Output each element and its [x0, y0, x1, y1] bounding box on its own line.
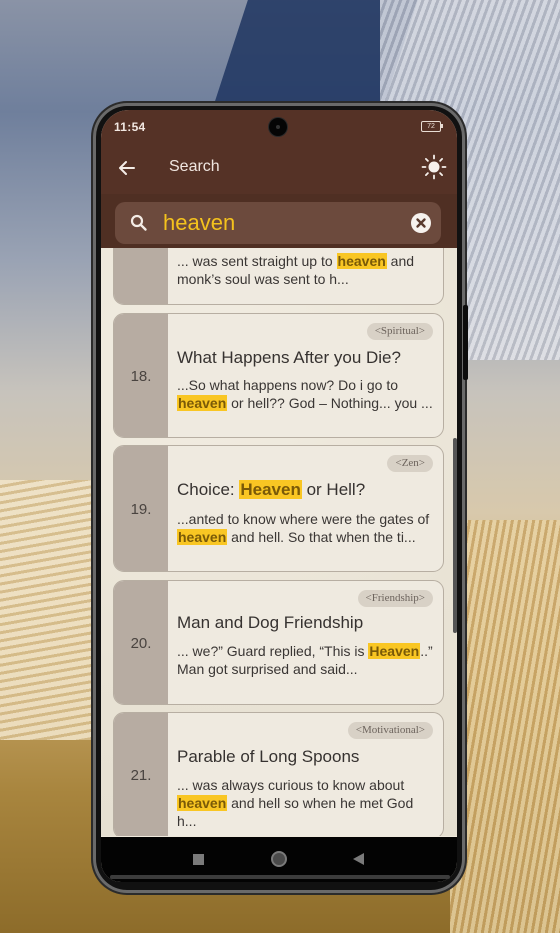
title-text: Parable of Long Spoons [177, 747, 360, 766]
match-highlight: heaven [336, 253, 387, 269]
category-tag: <Spiritual> [366, 323, 433, 340]
result-title: Choice: Heaven or Hell? [177, 480, 365, 500]
app-bar: Search [101, 146, 457, 194]
match-highlight: heaven [177, 529, 228, 545]
result-snippet: ...anted to know where were the gates of… [177, 510, 435, 546]
snippet-text: ... was always curious to know about [177, 777, 405, 793]
result-card[interactable]: 18. <Spiritual> What Happens After you D… [113, 313, 444, 438]
result-number: 20. [130, 635, 152, 652]
search-input[interactable] [163, 208, 393, 238]
title-text: What Happens After you Die? [177, 348, 401, 367]
title-text: Man and Dog Friendship [177, 613, 364, 632]
result-snippet: ... was sent straight up to heaven and m… [177, 252, 435, 288]
battery-icon: 72 [421, 121, 443, 132]
back-button[interactable] [113, 154, 141, 182]
close-icon [416, 218, 426, 228]
result-snippet: ... was always curious to know about hea… [177, 776, 435, 830]
status-bar: 11:54 72 [101, 110, 457, 146]
home-button[interactable] [269, 849, 289, 869]
snippet-text: ...anted to know where were the gates of [177, 511, 430, 527]
front-camera [269, 118, 287, 136]
snippet-text: ...So what happens now? Do i go to [177, 377, 399, 393]
result-number: 18. [130, 368, 152, 385]
search-bar [115, 202, 441, 244]
result-snippet: ...So what happens now? Do i go to heave… [177, 376, 435, 412]
snippet-text: ... we?” Guard replied, “This is [177, 643, 369, 659]
category-tag: <Motivational> [347, 722, 433, 739]
result-title: Parable of Long Spoons [177, 747, 359, 767]
sun-icon [421, 154, 447, 180]
match-highlight: Heaven [368, 643, 421, 659]
result-title: What Happens After you Die? [177, 348, 401, 368]
snippet-text: ... was sent straight up to [177, 253, 337, 269]
category-tag: <Friendship> [357, 590, 433, 607]
snippet-text: and hell. So that when the ti... [227, 529, 416, 545]
title-text: or Hell? [301, 480, 366, 499]
system-back-button[interactable] [349, 849, 369, 869]
search-icon [130, 214, 147, 231]
result-card[interactable]: 20. <Friendship> Man and Dog Friendship … [113, 580, 444, 705]
status-time: 11:54 [114, 120, 146, 134]
result-number-column [114, 248, 168, 304]
result-number: 21. [130, 767, 152, 784]
result-card[interactable]: ... was sent straight up to heaven and m… [113, 248, 444, 305]
phone-side-button [463, 305, 468, 380]
arrow-left-icon [119, 161, 135, 175]
result-snippet: ... we?” Guard replied, “This is Heaven.… [177, 642, 435, 678]
recents-button[interactable] [188, 849, 208, 869]
scrollbar[interactable] [453, 438, 457, 633]
title-text: Choice: [177, 480, 240, 499]
theme-toggle-button[interactable] [419, 152, 449, 182]
clear-search-button[interactable] [411, 213, 431, 233]
snippet-text: or hell?? God – Nothing... you ... [227, 395, 433, 411]
background-book-pages-right [450, 520, 560, 933]
category-tag: <Zen> [387, 455, 433, 472]
phone-screen: 11:54 72 Search heaven ... was sent stra… [101, 110, 457, 882]
title-match-highlight: Heaven [239, 480, 302, 499]
result-number: 19. [130, 501, 152, 518]
phone-chin [110, 875, 450, 879]
search-results-list[interactable]: ... was sent straight up to heaven and m… [101, 248, 457, 836]
match-highlight: heaven [177, 795, 228, 811]
result-card[interactable]: 21. <Motivational> Parable of Long Spoon… [113, 712, 444, 836]
match-highlight: heaven [177, 395, 228, 411]
page-title: Search [169, 158, 220, 175]
result-title: Man and Dog Friendship [177, 613, 363, 633]
result-card[interactable]: 19. <Zen> Choice: Heaven or Hell? ...ant… [113, 445, 444, 572]
search-bar-container [101, 194, 457, 248]
